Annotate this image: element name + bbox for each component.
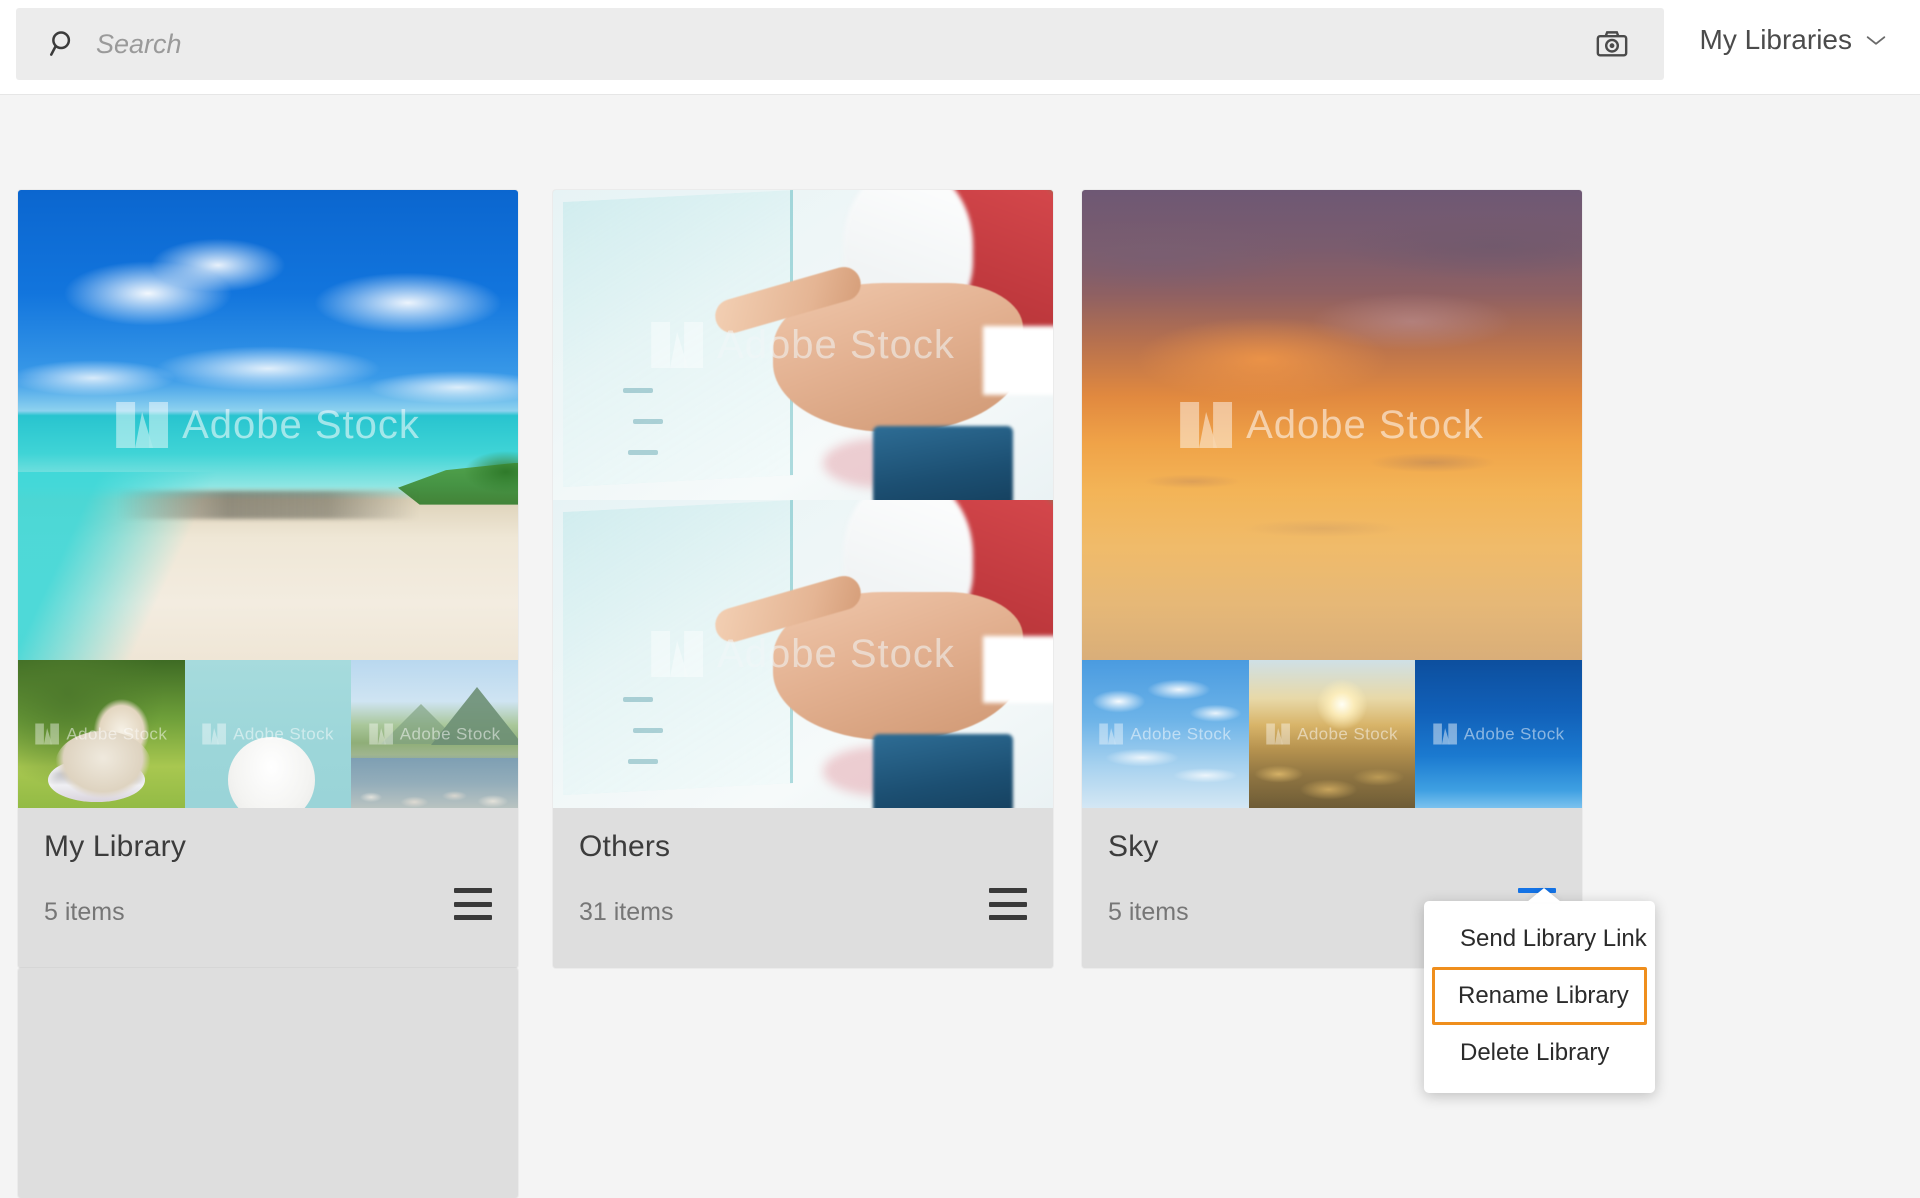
library-hero-image[interactable]: Adobe Stock bbox=[18, 190, 518, 660]
library-thumbnail[interactable]: Adobe Stock bbox=[18, 660, 185, 808]
menu-caret-icon bbox=[1527, 888, 1561, 902]
library-card[interactable]: Adobe Stock Adobe Stock Adobe Stock Adob… bbox=[1082, 190, 1582, 968]
library-hero-image-secondary[interactable]: Adobe Stock bbox=[553, 500, 1053, 808]
library-hero-image[interactable]: Adobe Stock bbox=[1082, 190, 1582, 660]
my-libraries-dropdown[interactable]: My Libraries bbox=[1700, 24, 1886, 56]
hamburger-menu-icon[interactable] bbox=[989, 888, 1027, 920]
chevron-down-icon bbox=[1866, 34, 1886, 46]
library-thumbnail[interactable]: Adobe Stock bbox=[1248, 660, 1416, 808]
library-item-count: 31 items bbox=[579, 898, 674, 926]
library-thumbnail[interactable]: Adobe Stock bbox=[351, 660, 518, 808]
library-card[interactable]: Adobe Stock Adobe Stock Adobe Stock Adob… bbox=[18, 190, 518, 968]
menu-item-delete-library[interactable]: Delete Library bbox=[1432, 1025, 1647, 1081]
library-thumbnail[interactable]: Adobe Stock bbox=[184, 660, 352, 808]
library-thumbnail[interactable]: Adobe Stock bbox=[1415, 660, 1582, 808]
camera-icon[interactable] bbox=[1584, 16, 1640, 72]
library-thumbnail-strip: Adobe Stock Adobe Stock Adobe Stock bbox=[1082, 660, 1582, 808]
library-item-count: 5 items bbox=[44, 898, 125, 926]
library-card[interactable]: Adobe Stock Adobe Stock Others 31 items bbox=[553, 190, 1053, 968]
search-icon bbox=[46, 27, 80, 61]
library-name: My Library bbox=[44, 830, 187, 863]
hamburger-menu-icon[interactable] bbox=[454, 888, 492, 920]
my-libraries-label: My Libraries bbox=[1699, 24, 1852, 55]
library-name: Sky bbox=[1108, 830, 1159, 863]
search-bar[interactable] bbox=[16, 8, 1664, 80]
menu-item-send-library-link[interactable]: Send Library Link bbox=[1432, 911, 1647, 967]
library-thumbnail-strip: Adobe Stock Adobe Stock Adobe Stock bbox=[18, 660, 518, 808]
library-hero-image[interactable]: Adobe Stock bbox=[553, 190, 1053, 500]
menu-item-rename-library[interactable]: Rename Library bbox=[1432, 967, 1647, 1025]
library-thumbnail[interactable]: Adobe Stock bbox=[1082, 660, 1249, 808]
library-card-footer: My Library 5 items bbox=[18, 808, 518, 968]
library-card-placeholder[interactable] bbox=[18, 968, 518, 1198]
search-input[interactable] bbox=[96, 8, 1584, 80]
library-name: Others bbox=[579, 830, 671, 863]
top-bar: My Libraries bbox=[0, 0, 1920, 95]
library-context-menu: Send Library Link Rename Library Delete … bbox=[1424, 888, 1655, 1093]
library-card-footer: Others 31 items bbox=[553, 808, 1053, 968]
